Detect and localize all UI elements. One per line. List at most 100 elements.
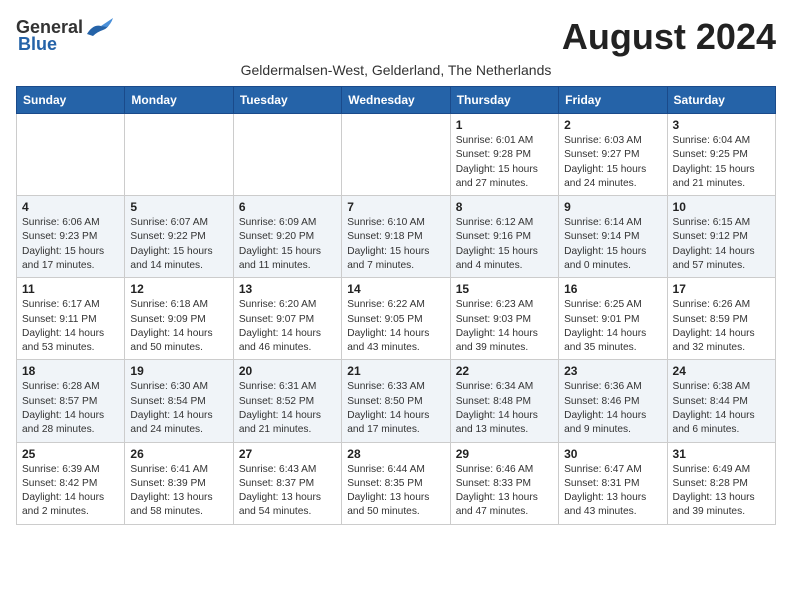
- day-info: Sunrise: 6:30 AMSunset: 8:54 PMDaylight:…: [130, 380, 227, 437]
- day-info: Sunrise: 6:41 AMSunset: 8:39 PMDaylight:…: [130, 463, 227, 520]
- calendar-cell: 11 Sunrise: 6:17 AMSunset: 9:11 PMDayligh…: [17, 278, 125, 360]
- calendar-cell: 16 Sunrise: 6:25 AMSunset: 9:01 PMDayligh…: [559, 278, 667, 360]
- calendar-cell: 24 Sunrise: 6:38 AMSunset: 8:44 PMDayligh…: [667, 360, 775, 442]
- calendar-week-5: 25Sunrise: 6:39 AMSunset: 8:42 PMDayligh…: [17, 442, 776, 524]
- day-number: 13: [239, 282, 336, 296]
- day-info: Sunrise: 6:31 AMSunset: 8:52 PMDaylight:…: [239, 380, 336, 437]
- day-number: 30: [564, 447, 661, 461]
- weekday-header-monday: Monday: [125, 87, 233, 114]
- day-number: 20: [239, 364, 336, 378]
- day-info: Sunrise: 6:23 AMSunset: 9:03 PMDaylight:…: [456, 298, 553, 355]
- day-info: Sunrise: 6:17 AMSunset: 9:11 PMDaylight:…: [22, 298, 119, 355]
- day-info: Sunrise: 6:03 AMSunset: 9:27 PMDaylight:…: [564, 134, 661, 191]
- calendar-cell: 5 Sunrise: 6:07 AMSunset: 9:22 PMDaylight…: [125, 196, 233, 278]
- calendar-cell: 29Sunrise: 6:46 AMSunset: 8:33 PMDayligh…: [450, 442, 558, 524]
- day-number: 21: [347, 364, 444, 378]
- day-info: Sunrise: 6:26 AMSunset: 8:59 PMDaylight:…: [673, 298, 770, 355]
- calendar-cell: 30 Sunrise: 6:47 AMSunset: 8:31 PMDayligh…: [559, 442, 667, 524]
- calendar-cell: 4Sunrise: 6:06 AMSunset: 9:23 PMDaylight…: [17, 196, 125, 278]
- weekday-header-wednesday: Wednesday: [342, 87, 450, 114]
- calendar-week-4: 18Sunrise: 6:28 AMSunset: 8:57 PMDayligh…: [17, 360, 776, 442]
- calendar-cell: [125, 114, 233, 196]
- day-number: 17: [673, 282, 770, 296]
- header: General Blue August 2024: [16, 16, 776, 58]
- day-number: 31: [673, 447, 770, 461]
- subtitle: Geldermalsen-West, Gelderland, The Nethe…: [16, 62, 776, 78]
- calendar-cell: 13Sunrise: 6:20 AMSunset: 9:07 PMDayligh…: [233, 278, 341, 360]
- calendar-cell: 9 Sunrise: 6:14 AMSunset: 9:14 PMDaylight…: [559, 196, 667, 278]
- day-number: 4: [22, 200, 119, 214]
- day-number: 26: [130, 447, 227, 461]
- calendar-cell: 20 Sunrise: 6:31 AMSunset: 8:52 PMDayligh…: [233, 360, 341, 442]
- calendar-week-3: 11 Sunrise: 6:17 AMSunset: 9:11 PMDayligh…: [17, 278, 776, 360]
- calendar-cell: 22Sunrise: 6:34 AMSunset: 8:48 PMDayligh…: [450, 360, 558, 442]
- calendar-cell: 17 Sunrise: 6:26 AMSunset: 8:59 PMDayligh…: [667, 278, 775, 360]
- day-number: 6: [239, 200, 336, 214]
- logo: General Blue: [16, 16, 113, 55]
- weekday-header-saturday: Saturday: [667, 87, 775, 114]
- calendar-cell: 3Sunrise: 6:04 AMSunset: 9:25 PMDaylight…: [667, 114, 775, 196]
- day-info: Sunrise: 6:49 AMSunset: 8:28 PMDaylight:…: [673, 463, 770, 520]
- weekday-header-thursday: Thursday: [450, 87, 558, 114]
- calendar-cell: 6 Sunrise: 6:09 AMSunset: 9:20 PMDaylight…: [233, 196, 341, 278]
- day-info: Sunrise: 6:28 AMSunset: 8:57 PMDaylight:…: [22, 380, 119, 437]
- calendar-cell: 7 Sunrise: 6:10 AMSunset: 9:18 PMDaylight…: [342, 196, 450, 278]
- day-info: Sunrise: 6:47 AMSunset: 8:31 PMDaylight:…: [564, 463, 661, 520]
- calendar-cell: 15 Sunrise: 6:23 AMSunset: 9:03 PMDayligh…: [450, 278, 558, 360]
- weekday-header-friday: Friday: [559, 87, 667, 114]
- calendar-cell: 28 Sunrise: 6:44 AMSunset: 8:35 PMDayligh…: [342, 442, 450, 524]
- day-info: Sunrise: 6:04 AMSunset: 9:25 PMDaylight:…: [673, 134, 770, 191]
- day-number: 9: [564, 200, 661, 214]
- day-info: Sunrise: 6:44 AMSunset: 8:35 PMDaylight:…: [347, 463, 444, 520]
- day-number: 16: [564, 282, 661, 296]
- day-info: Sunrise: 6:01 AMSunset: 9:28 PMDaylight:…: [456, 134, 553, 191]
- logo-blue: Blue: [18, 34, 57, 55]
- calendar-cell: 14Sunrise: 6:22 AMSunset: 9:05 PMDayligh…: [342, 278, 450, 360]
- calendar-cell: [342, 114, 450, 196]
- day-info: Sunrise: 6:36 AMSunset: 8:46 PMDaylight:…: [564, 380, 661, 437]
- day-number: 19: [130, 364, 227, 378]
- day-info: Sunrise: 6:33 AMSunset: 8:50 PMDaylight:…: [347, 380, 444, 437]
- calendar-cell: 27 Sunrise: 6:43 AMSunset: 8:37 PMDayligh…: [233, 442, 341, 524]
- calendar-week-1: 1 Sunrise: 6:01 AMSunset: 9:28 PMDaylight…: [17, 114, 776, 196]
- day-info: Sunrise: 6:10 AMSunset: 9:18 PMDaylight:…: [347, 216, 444, 273]
- calendar-cell: 2Sunrise: 6:03 AMSunset: 9:27 PMDaylight…: [559, 114, 667, 196]
- day-info: Sunrise: 6:15 AMSunset: 9:12 PMDaylight:…: [673, 216, 770, 273]
- calendar-cell: 21 Sunrise: 6:33 AMSunset: 8:50 PMDayligh…: [342, 360, 450, 442]
- day-info: Sunrise: 6:18 AMSunset: 9:09 PMDaylight:…: [130, 298, 227, 355]
- day-number: 5: [130, 200, 227, 214]
- calendar-cell: 10 Sunrise: 6:15 AMSunset: 9:12 PMDayligh…: [667, 196, 775, 278]
- day-number: 15: [456, 282, 553, 296]
- calendar-cell: 18Sunrise: 6:28 AMSunset: 8:57 PMDayligh…: [17, 360, 125, 442]
- calendar-cell: 19 Sunrise: 6:30 AMSunset: 8:54 PMDayligh…: [125, 360, 233, 442]
- calendar-cell: 26 Sunrise: 6:41 AMSunset: 8:39 PMDayligh…: [125, 442, 233, 524]
- day-info: Sunrise: 6:09 AMSunset: 9:20 PMDaylight:…: [239, 216, 336, 273]
- day-info: Sunrise: 6:39 AMSunset: 8:42 PMDaylight:…: [22, 463, 119, 520]
- day-number: 27: [239, 447, 336, 461]
- day-number: 7: [347, 200, 444, 214]
- calendar-cell: 1 Sunrise: 6:01 AMSunset: 9:28 PMDaylight…: [450, 114, 558, 196]
- day-number: 11: [22, 282, 119, 296]
- weekday-header-tuesday: Tuesday: [233, 87, 341, 114]
- day-number: 12: [130, 282, 227, 296]
- calendar-cell: 12 Sunrise: 6:18 AMSunset: 9:09 PMDayligh…: [125, 278, 233, 360]
- calendar-cell: 23 Sunrise: 6:36 AMSunset: 8:46 PMDayligh…: [559, 360, 667, 442]
- day-number: 14: [347, 282, 444, 296]
- day-number: 29: [456, 447, 553, 461]
- day-info: Sunrise: 6:25 AMSunset: 9:01 PMDaylight:…: [564, 298, 661, 355]
- calendar-cell: [17, 114, 125, 196]
- page-container: General Blue August 2024 Geldermalsen-We…: [16, 16, 776, 525]
- day-info: Sunrise: 6:14 AMSunset: 9:14 PMDaylight:…: [564, 216, 661, 273]
- calendar-cell: [233, 114, 341, 196]
- calendar-table: SundayMondayTuesdayWednesdayThursdayFrid…: [16, 86, 776, 525]
- day-number: 28: [347, 447, 444, 461]
- day-number: 1: [456, 118, 553, 132]
- day-number: 23: [564, 364, 661, 378]
- day-info: Sunrise: 6:43 AMSunset: 8:37 PMDaylight:…: [239, 463, 336, 520]
- day-info: Sunrise: 6:07 AMSunset: 9:22 PMDaylight:…: [130, 216, 227, 273]
- day-info: Sunrise: 6:34 AMSunset: 8:48 PMDaylight:…: [456, 380, 553, 437]
- day-number: 10: [673, 200, 770, 214]
- day-number: 24: [673, 364, 770, 378]
- logo-bird-icon: [85, 16, 113, 38]
- day-info: Sunrise: 6:38 AMSunset: 8:44 PMDaylight:…: [673, 380, 770, 437]
